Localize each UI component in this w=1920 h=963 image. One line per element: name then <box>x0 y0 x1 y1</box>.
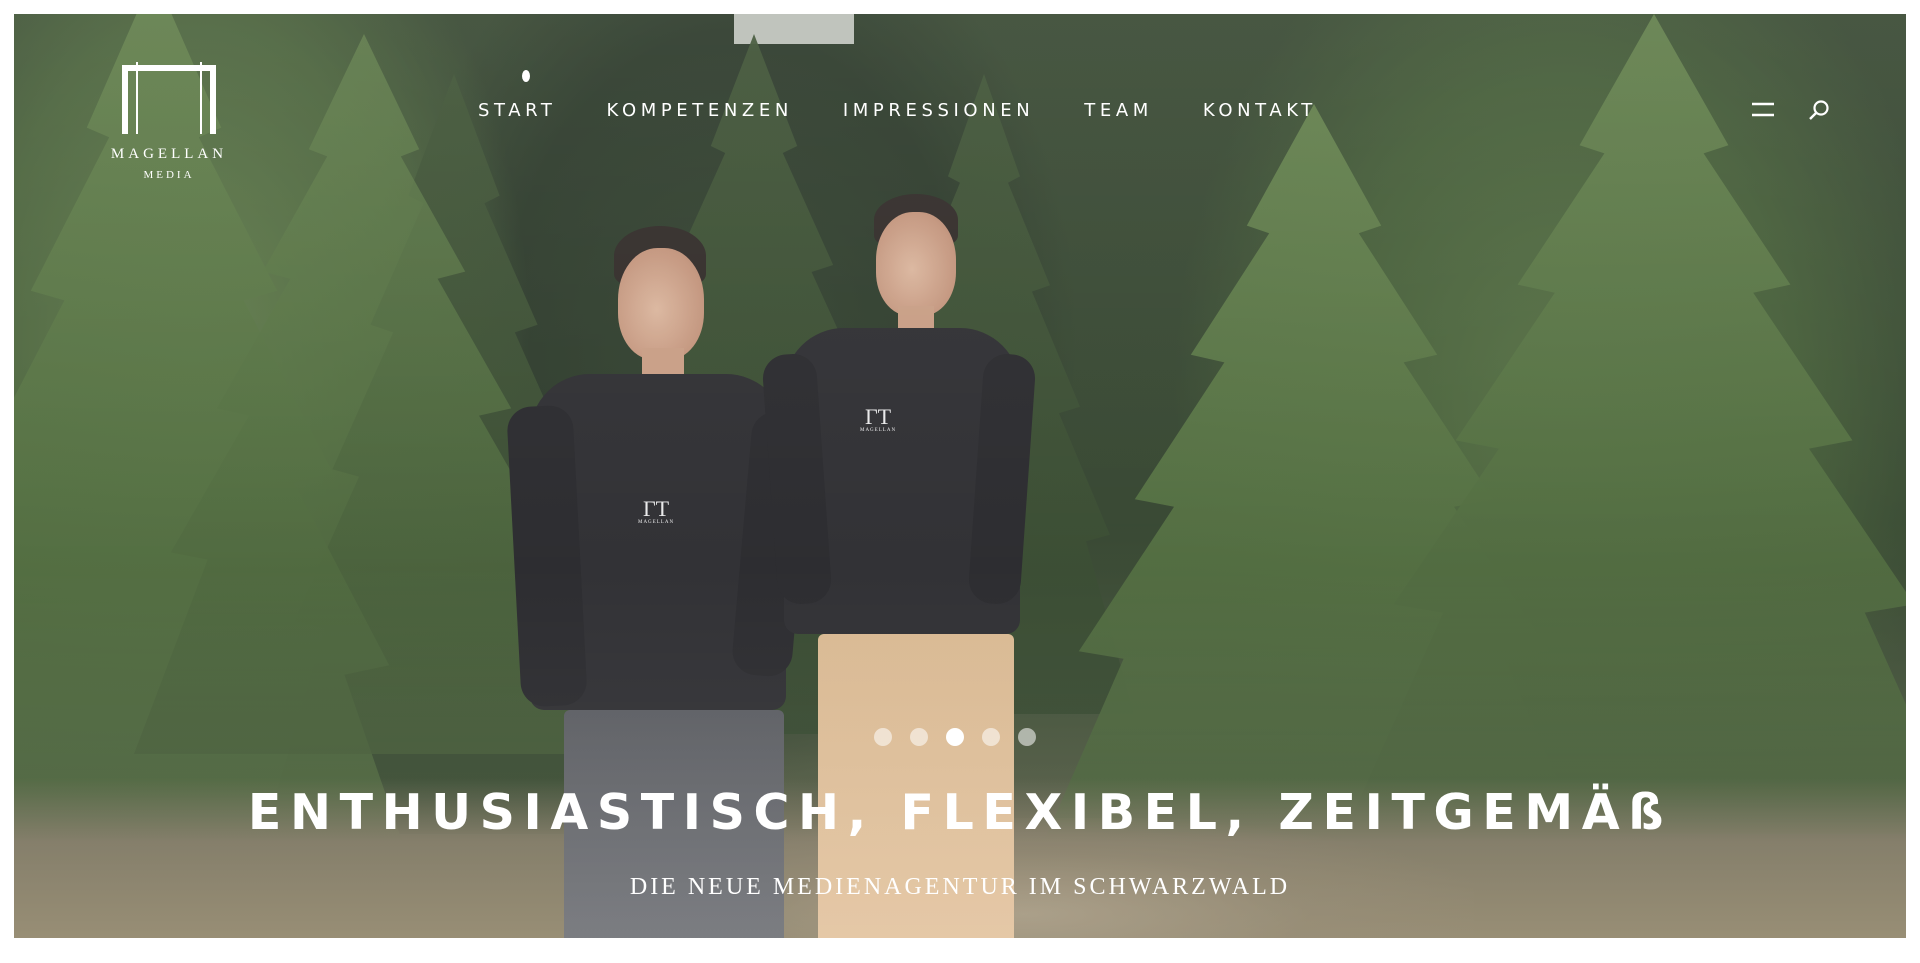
slider-pagination <box>874 728 1036 746</box>
nav-item-team[interactable]: TEAM <box>1084 100 1153 121</box>
logo-subtitle: MEDIA <box>143 169 195 181</box>
main-navigation: START KOMPETENZEN IMPRESSIONEN TEAM KONT… <box>478 69 1367 122</box>
logo-mark-icon <box>122 62 216 134</box>
hero-headline: ENTHUSIASTISCH, FLEXIBEL, ZEITGEMÄß <box>247 784 1673 841</box>
nav-item-start[interactable]: START <box>478 69 557 121</box>
hero-section: ΓΤMAGELLAN ΓΤMAGELLAN MAGELLAN MEDIA STA… <box>14 14 1906 938</box>
nav-item-kontakt[interactable]: KONTAKT <box>1203 100 1317 121</box>
slider-dot-4[interactable] <box>982 728 1000 746</box>
nav-item-impressionen[interactable]: IMPRESSIONEN <box>843 100 1034 121</box>
slider-dot-1[interactable] <box>874 728 892 746</box>
site-logo[interactable]: MAGELLAN MEDIA <box>94 62 244 181</box>
nav-item-kompetenzen[interactable]: KOMPETENZEN <box>607 100 793 121</box>
logo-name: MAGELLAN <box>110 146 228 162</box>
slider-dot-5[interactable] <box>1018 728 1036 746</box>
menu-icon[interactable] <box>1750 98 1776 122</box>
slider-dot-2[interactable] <box>910 728 928 746</box>
search-icon[interactable] <box>1806 98 1832 122</box>
hero-subline: DIE NEUE MEDIENAGENTUR IM SCHWARZWALD <box>629 874 1291 900</box>
slider-dot-3[interactable] <box>946 728 964 746</box>
header-icons <box>1750 98 1832 122</box>
